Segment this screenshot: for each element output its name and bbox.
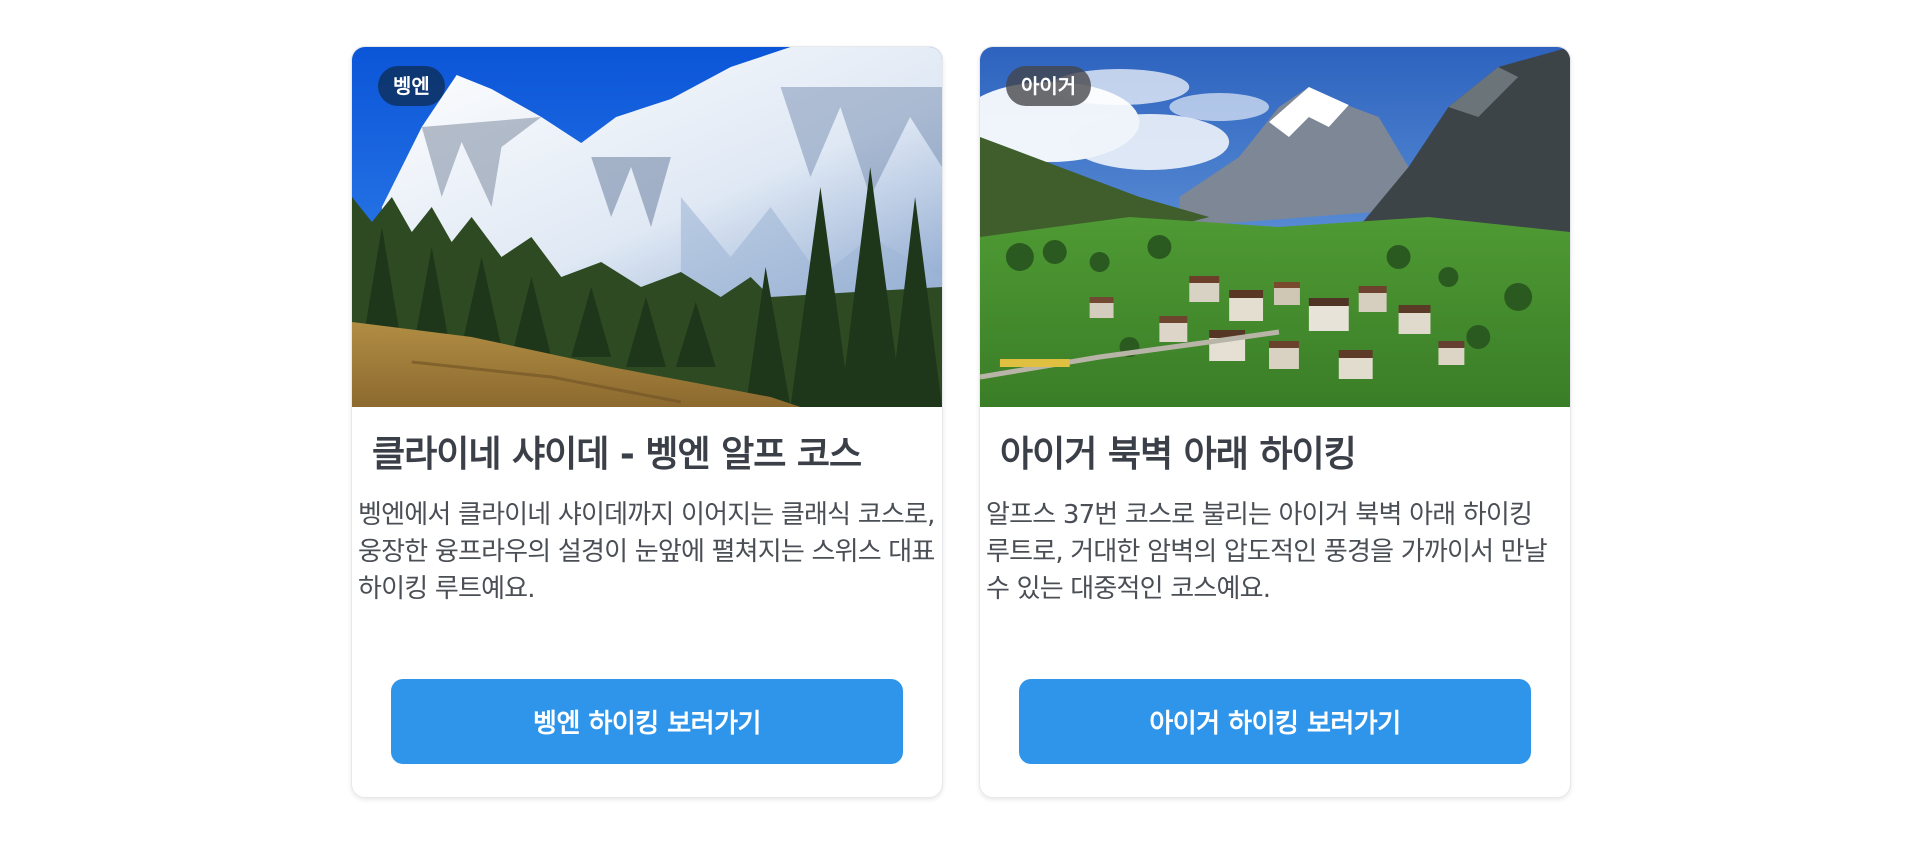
location-badge: 아이거 bbox=[1006, 66, 1092, 106]
card-description: 벵엔에서 클라이네 샤이데까지 이어지는 클래식 코스로, 웅장한 융프라우의 … bbox=[358, 500, 935, 604]
card-wengen: 벵엔 클라이네 샤이데 - 벵엔 알프 코스 벵엔에서 클라이네 샤이데까지 이… bbox=[351, 46, 943, 798]
mountain-landscape-image bbox=[352, 47, 942, 407]
wengen-photo: 벵엔 bbox=[352, 47, 942, 407]
view-eiger-hiking-button[interactable]: 아이거 하이킹 보러가기 bbox=[1019, 679, 1531, 764]
eiger-photo: 아이거 bbox=[980, 47, 1570, 407]
card-eiger: 아이거 아이거 북벽 아래 하이킹 알프스 37번 코스로 불리는 아이거 북벽… bbox=[979, 46, 1571, 798]
view-wengen-hiking-button[interactable]: 벵엔 하이킹 보러가기 bbox=[391, 679, 903, 764]
location-badge: 벵엔 bbox=[378, 66, 445, 106]
card-title: 아이거 북벽 아래 하이킹 bbox=[1000, 434, 1357, 475]
card-description: 알프스 37번 코스로 불리는 아이거 북벽 아래 하이킹 루트로, 거대한 암… bbox=[986, 500, 1548, 604]
card-title: 클라이네 샤이데 - 벵엔 알프 코스 bbox=[372, 434, 862, 475]
